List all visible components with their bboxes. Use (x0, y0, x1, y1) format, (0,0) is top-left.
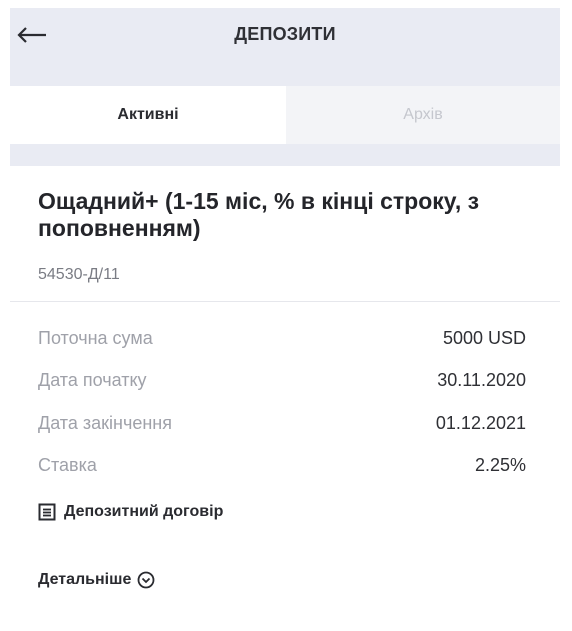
chevron-down-circle-icon (137, 571, 155, 589)
detail-label: Поточна сума (38, 327, 153, 348)
detail-row-current-amount: Поточна сума 5000 USD (38, 324, 526, 352)
detail-value: 30.11.2020 (437, 370, 526, 390)
detail-label: Дата закінчення (38, 412, 172, 433)
page-title: ДЕПОЗИТИ (234, 24, 336, 44)
detail-label: Ставка (38, 455, 97, 475)
deposit-title: Ощадний+ (1-15 міс, % в кінці строку, з … (38, 188, 480, 241)
header: ДЕПОЗИТИ (10, 8, 560, 68)
detail-label: Дата початку (38, 370, 147, 390)
deposit-card-header: Ощадний+ (1-15 міс, % в кінці строку, з … (10, 166, 560, 302)
tab-archive[interactable]: Архів (286, 86, 560, 144)
detail-row-start-date: Дата початку 30.11.2020 (38, 367, 526, 395)
contract-link[interactable]: Депозитний договір (38, 503, 223, 521)
detail-value: 01.12.2021 (435, 412, 526, 433)
deposit-details: Поточна сума 5000 USD Дата початку 30.11… (38, 324, 526, 494)
app-screen: ДЕПОЗИТИ Активні Архів Ощадний+ (1-15 мі… (10, 8, 560, 631)
tabs: Активні Архів (10, 86, 560, 144)
deposit-number: 54530-Д/11 (38, 266, 120, 283)
details-toggle-label: Детальніше (38, 571, 132, 588)
deposit-card: Ощадний+ (1-15 міс, % в кінці строку, з … (10, 166, 560, 631)
detail-value: 5000 USD (442, 327, 526, 348)
details-toggle[interactable]: Детальніше (38, 571, 155, 589)
contract-link-label: Депозитний договір (64, 503, 224, 520)
tab-active[interactable]: Активні (10, 86, 286, 144)
document-icon (38, 503, 56, 521)
detail-value: 2.25% (474, 455, 526, 475)
detail-row-rate: Ставка 2.25% (38, 452, 526, 480)
detail-row-end-date: Дата закінчення 01.12.2021 (38, 409, 526, 437)
